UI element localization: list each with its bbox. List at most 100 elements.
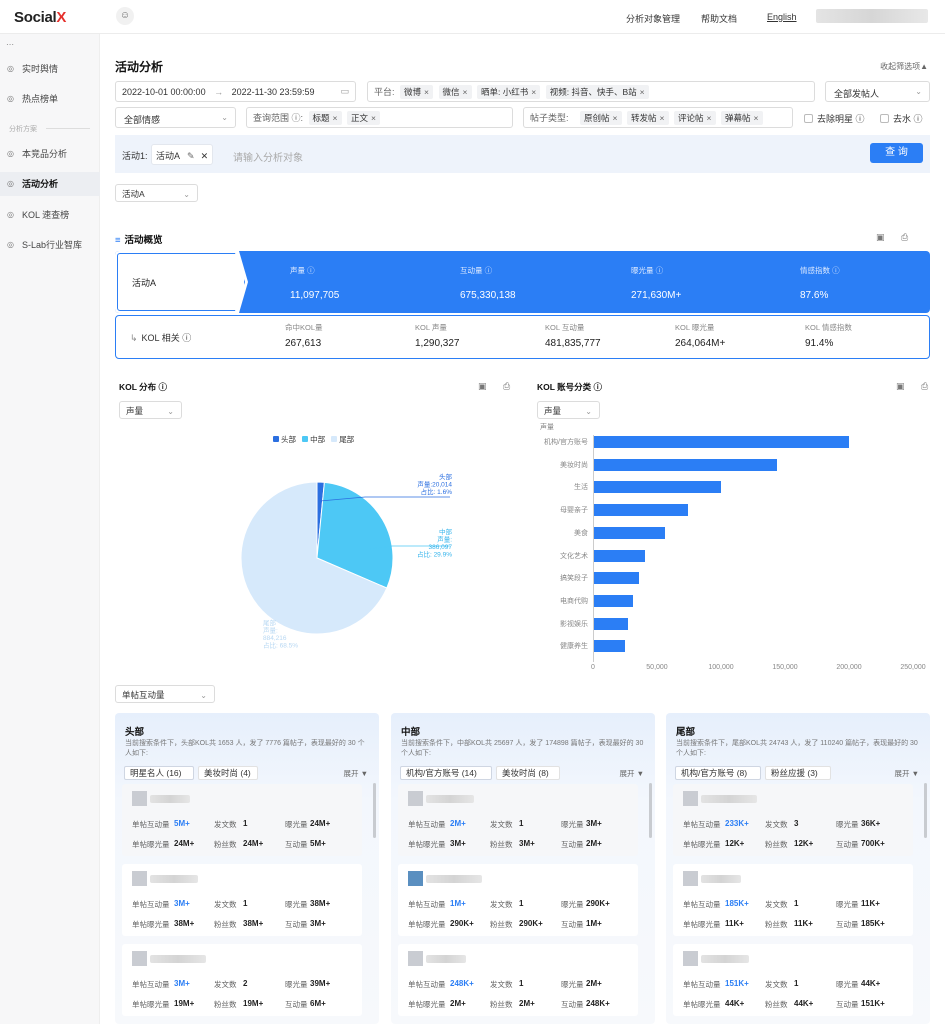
bar-0[interactable] (593, 436, 849, 448)
collapse-toggle[interactable]: ⋯ (6, 40, 14, 49)
platform-tag[interactable]: 微信 × (438, 85, 472, 99)
activity-tag[interactable]: 活动A ✎ ✕ (151, 144, 214, 165)
interaction-metric-select[interactable]: 单帖互动量 ⌄ (115, 685, 215, 703)
x-tick-label: 0 (591, 664, 595, 671)
kol-name[interactable] (701, 955, 749, 963)
post-type-select[interactable]: 帖子类型: 原创帖 × 转发帖 × 评论帖 × 弹幕帖 × (523, 107, 793, 128)
nav-analysis-objects[interactable]: 分析对象管理 (626, 12, 680, 25)
post-type-tag[interactable]: 原创帖 × (580, 111, 622, 125)
image-download-icon[interactable]: ▣ (478, 381, 487, 392)
kol-item[interactable]: 单帖互动量 185K+ 发文数 1 曝光量 11K+ 单帖曝光量 11K+ 粉丝… (673, 864, 913, 936)
bar-9[interactable] (593, 640, 625, 653)
sidebar-item-realtime[interactable]: ◎ 实时舆情 (0, 57, 100, 81)
query-button[interactable]: 查 询 (870, 143, 923, 163)
kol-item[interactable]: 单帖互动量 3M+ 发文数 2 曝光量 39M+ 单帖曝光量 19M+ 粉丝数 … (122, 944, 362, 1016)
avatar[interactable] (683, 791, 698, 806)
export-icon[interactable]: ⎙ (921, 381, 928, 392)
kol-name[interactable] (701, 875, 741, 883)
scrollbar[interactable] (373, 783, 376, 838)
tier-category-tag[interactable]: 美妆时尚 (8) (496, 766, 560, 780)
lab-icon: ◎ (7, 240, 14, 249)
post-type-tag[interactable]: 转发帖 × (627, 111, 669, 125)
kol-name[interactable] (150, 875, 198, 883)
bar-4[interactable] (593, 526, 665, 539)
tier-category-tag[interactable]: 机构/官方账号 (8) (675, 766, 761, 780)
post-type-tag[interactable]: 评论帖 × (674, 111, 716, 125)
bar-1[interactable] (593, 458, 778, 471)
platform-select[interactable]: 平台: 微博 × 微信 × 晒单: 小红书 × 视频: 抖音、快手、B站 × (367, 81, 815, 102)
kol-name[interactable] (426, 875, 482, 883)
publisher-select[interactable]: 全部发帖人 ⌄ (825, 81, 930, 102)
sidebar-item-kol[interactable]: ◎ KOL 速查榜 (0, 203, 100, 227)
tier-expand-toggle[interactable]: 展开 ▼ (343, 768, 368, 779)
sentiment-select[interactable]: 全部情感 ⌄ (115, 107, 236, 128)
image-download-icon[interactable]: ▣ (896, 381, 905, 392)
edit-icon[interactable]: ✎ (187, 151, 195, 161)
kol-name[interactable] (426, 795, 474, 803)
user-account[interactable] (816, 9, 928, 23)
avatar[interactable] (132, 871, 147, 886)
kol-item[interactable]: 单帖互动量 5M+ 发文数 1 曝光量 24M+ 单帖曝光量 24M+ 粉丝数 … (122, 784, 362, 856)
kol-item[interactable]: 单帖互动量 248K+ 发文数 1 曝光量 2M+ 单帖曝光量 2M+ 粉丝数 … (398, 944, 638, 1016)
date-range-picker[interactable]: 2022-10-01 00:00:00 → 2022-11-30 23:59:5… (115, 81, 356, 102)
scrollbar[interactable] (649, 783, 652, 838)
tier-expand-toggle[interactable]: 展开 ▼ (894, 768, 919, 779)
list-icon: ≡ (115, 235, 121, 246)
kol-item[interactable]: 单帖互动量 3M+ 发文数 1 曝光量 38M+ 单帖曝光量 38M+ 粉丝数 … (122, 864, 362, 936)
collapse-filters[interactable]: 收起筛选项▲ (880, 61, 928, 72)
scope-tag[interactable]: 正文 × (347, 111, 381, 125)
bar-2[interactable] (593, 481, 721, 494)
kol-item[interactable]: 单帖互动量 2M+ 发文数 1 曝光量 3M+ 单帖曝光量 3M+ 粉丝数 3M… (398, 784, 638, 856)
sidebar-item-slab[interactable]: ◎ S-Lab行业智库 (0, 233, 100, 257)
bar-3[interactable] (593, 504, 688, 517)
tier-category-tag[interactable]: 机构/官方账号 (14) (400, 766, 492, 780)
scope-select[interactable]: 查询范围 ⓘ: 标题 × 正文 × (246, 107, 513, 128)
bar-7[interactable] (593, 594, 633, 607)
bar-6[interactable] (593, 572, 640, 585)
platform-tag[interactable]: 晒单: 小红书 × (477, 85, 541, 99)
bar-8[interactable] (593, 617, 628, 630)
logo[interactable]: SocialX (14, 9, 66, 26)
post-type-tag[interactable]: 弹幕帖 × (721, 111, 763, 125)
sidebar-item-activity[interactable]: ◎ 活动分析 (0, 172, 100, 196)
image-download-icon[interactable]: ▣ (876, 232, 885, 243)
avatar[interactable] (683, 951, 698, 966)
avatar[interactable] (132, 951, 147, 966)
avatar[interactable] (408, 951, 423, 966)
platform-tag[interactable]: 微博 × (400, 85, 434, 99)
metric-value: 3M+ (174, 899, 190, 908)
platform-tag[interactable]: 视频: 抖音、快手、B站 × (545, 85, 649, 99)
activity-input[interactable]: 请输入分析对象 (233, 149, 303, 164)
scope-tag[interactable]: 标题 × (308, 111, 342, 125)
activity-select[interactable]: 活动A ⌄ (115, 184, 198, 202)
avatar[interactable] (683, 871, 698, 886)
avatar[interactable] (132, 791, 147, 806)
kol-name[interactable] (150, 795, 190, 803)
export-icon[interactable]: ⎙ (503, 381, 510, 392)
nav-help-docs[interactable]: 帮助文档 (701, 12, 737, 25)
kol-item[interactable]: 单帖互动量 1M+ 发文数 1 曝光量 290K+ 单帖曝光量 290K+ 粉丝… (398, 864, 638, 936)
kol-name[interactable] (150, 955, 206, 963)
tier-category-tag[interactable]: 美妆时尚 (4) (198, 766, 258, 780)
tier-category-tag[interactable]: 明星名人 (16) (124, 766, 194, 780)
close-icon[interactable]: ✕ (201, 151, 209, 161)
avatar[interactable] (408, 871, 423, 886)
avatar[interactable] (408, 791, 423, 806)
remove-star-checkbox[interactable]: 去除明星 ⓘ (804, 112, 865, 125)
scrollbar[interactable] (924, 783, 927, 838)
sidebar-item-competitor[interactable]: ◎ 本竞品分析 (0, 142, 100, 166)
sidebar-item-hot-list[interactable]: ◎ 热点榜单 (0, 87, 100, 111)
kol-item[interactable]: 单帖互动量 151K+ 发文数 1 曝光量 44K+ 单帖曝光量 44K+ 粉丝… (673, 944, 913, 1016)
kol-item[interactable]: 单帖互动量 233K+ 发文数 3 曝光量 36K+ 单帖曝光量 12K+ 粉丝… (673, 784, 913, 856)
kol-dist-metric-select[interactable]: 声量 ⌄ (119, 401, 182, 419)
robot-icon[interactable]: ☺ (116, 7, 134, 25)
tier-category-tag[interactable]: 粉丝应援 (3) (765, 766, 831, 780)
language-switch[interactable]: English (767, 12, 797, 22)
export-icon[interactable]: ⎙ (901, 232, 908, 243)
kol-name[interactable] (701, 795, 757, 803)
remove-water-checkbox[interactable]: 去水 ⓘ (880, 112, 923, 125)
kol-name[interactable] (426, 955, 466, 963)
tier-expand-toggle[interactable]: 展开 ▼ (619, 768, 644, 779)
bar-5[interactable] (593, 549, 646, 562)
kol-category-metric-select[interactable]: 声量 ⌄ (537, 401, 600, 419)
